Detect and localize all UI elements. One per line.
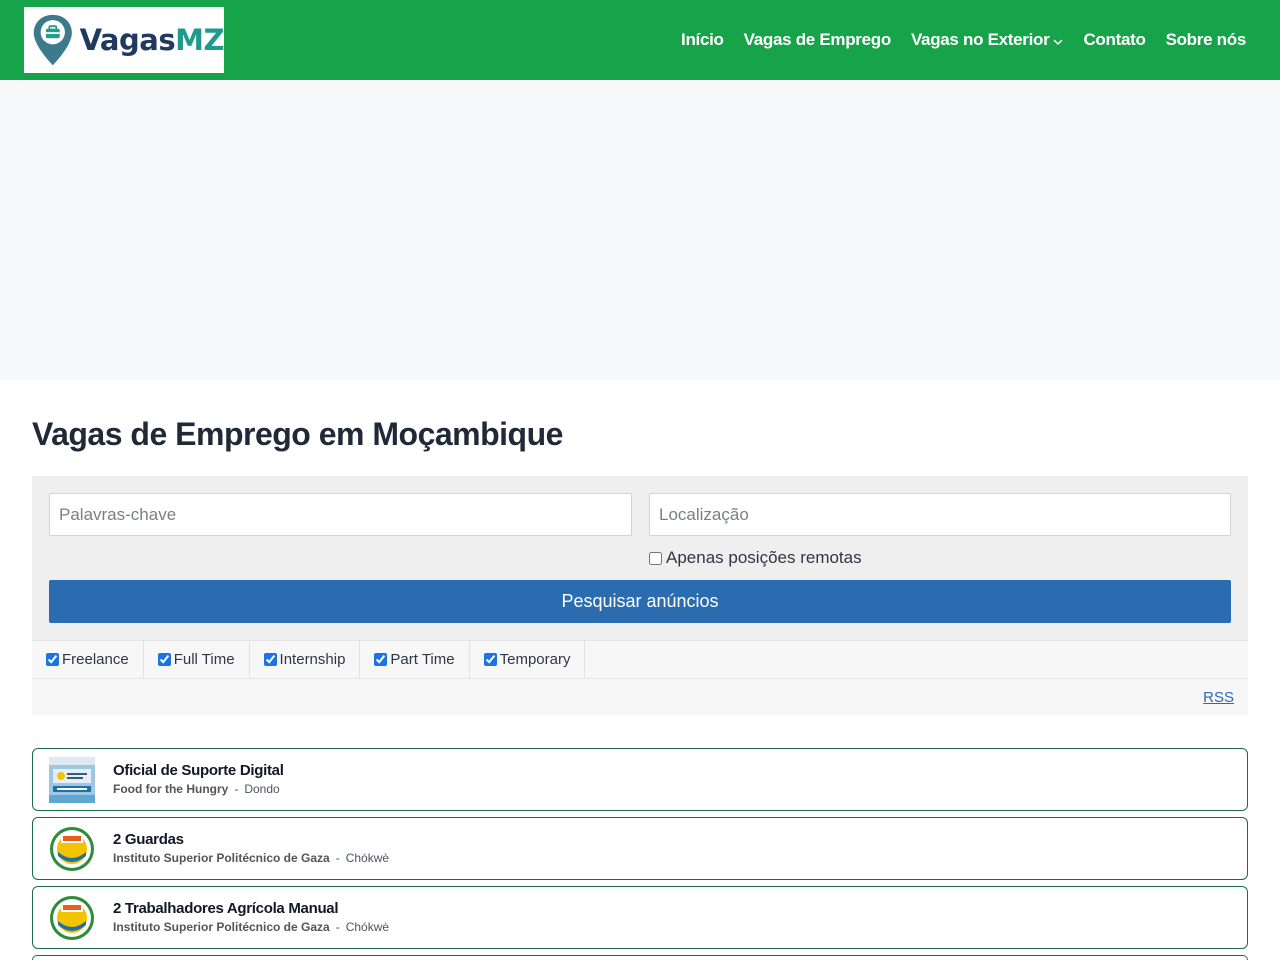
job-title: 2 Trabalhadores Agrícola Manual — [113, 900, 339, 917]
job-location: Dondo — [244, 782, 280, 796]
filter-internship-checkbox[interactable] — [263, 653, 277, 666]
remote-only-option[interactable]: Apenas posições remotas — [649, 548, 862, 568]
location-input[interactable] — [649, 493, 1231, 536]
job-type-filters: Freelance Full Time Internship Part Time… — [32, 640, 1248, 679]
job-listing[interactable] — [32, 955, 1248, 960]
job-title: Oficial de Suporte Digital — [113, 762, 284, 779]
search-button[interactable]: Pesquisar anúncios — [49, 580, 1231, 623]
location-pin-icon — [33, 14, 72, 66]
filter-freelance[interactable]: Freelance — [32, 641, 144, 678]
filter-part-time[interactable]: Part Time — [360, 641, 470, 678]
job-listing[interactable]: Oficial de Suporte Digital Food for the … — [32, 748, 1248, 811]
filter-temporary-checkbox[interactable] — [483, 653, 497, 666]
page-title: Vagas de Emprego em Moçambique — [32, 416, 563, 452]
job-location: Chókwè — [345, 851, 390, 865]
nav-vagas-de-emprego[interactable]: Vagas de Emprego — [744, 30, 892, 50]
rss-row: RSS — [32, 679, 1248, 715]
keywords-input[interactable] — [49, 493, 632, 536]
filter-temporary[interactable]: Temporary — [470, 641, 586, 678]
job-company: Instituto Superior Politécnico de Gaza — [113, 920, 330, 934]
remote-only-checkbox[interactable] — [649, 551, 662, 565]
company-logo — [50, 896, 94, 940]
job-company: Food for the Hungry — [113, 782, 229, 796]
ad-space — [0, 80, 1280, 380]
job-search-form: Apenas posições remotas Pesquisar anúnci… — [32, 476, 1248, 640]
job-meta: Instituto Superior Politécnico de Gaza - C… — [113, 920, 390, 934]
nav-inicio[interactable]: Início — [681, 30, 724, 50]
company-logo — [49, 757, 95, 803]
job-title: 2 Guardas — [113, 831, 184, 848]
filter-full-time-checkbox[interactable] — [157, 653, 171, 666]
remote-only-label: Apenas posições remotas — [666, 548, 862, 567]
site-logo[interactable]: VagasMZ — [24, 7, 224, 73]
job-meta: Instituto Superior Politécnico de Gaza - C… — [113, 851, 390, 865]
logo-text: VagasMZ — [79, 23, 225, 57]
company-logo — [50, 827, 94, 871]
filter-part-time-checkbox[interactable] — [374, 653, 388, 666]
nav-sobre-nos[interactable]: Sobre nós — [1166, 30, 1247, 50]
main-nav: Início Vagas de Emprego Vagas no Exterio… — [681, 0, 1246, 80]
job-meta: Food for the Hungry - Dondo — [113, 782, 280, 796]
job-listing[interactable]: 2 Trabalhadores Agrícola Manual Institut… — [32, 886, 1248, 949]
nav-vagas-no-exterior[interactable]: Vagas no Exterior — [911, 30, 1064, 50]
filter-full-time[interactable]: Full Time — [144, 641, 250, 678]
job-listing[interactable]: 2 Guardas Instituto Superior Politécnico… — [32, 817, 1248, 880]
job-location: Chókwè — [345, 920, 390, 934]
filter-internship[interactable]: Internship — [250, 641, 361, 678]
chevron-down-icon — [1053, 39, 1063, 46]
filter-freelance-checkbox[interactable] — [46, 653, 59, 666]
site-header: VagasMZ Início Vagas de Emprego Vagas no… — [0, 0, 1280, 80]
job-company: Instituto Superior Politécnico de Gaza — [113, 851, 330, 865]
nav-contato[interactable]: Contato — [1083, 30, 1145, 50]
rss-link[interactable]: RSS — [1203, 689, 1234, 706]
